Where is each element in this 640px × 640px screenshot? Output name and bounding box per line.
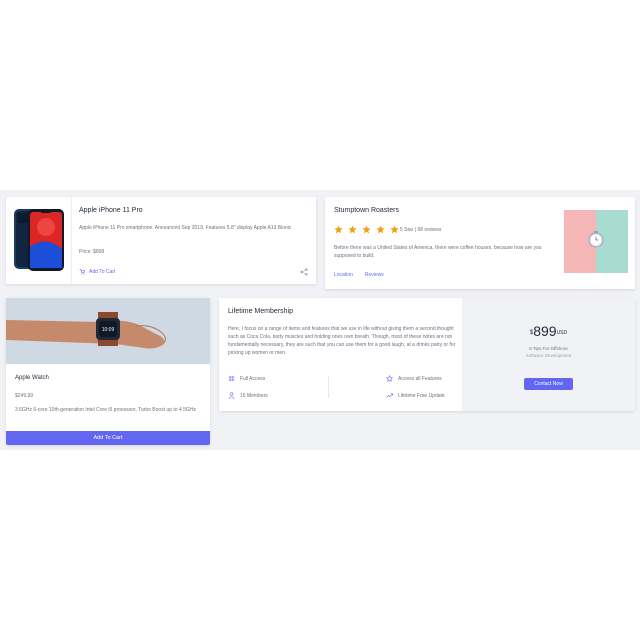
product-title: Apple Watch <box>15 375 49 381</box>
price-unit: USD <box>556 330 568 336</box>
star-outline-icon <box>386 375 393 382</box>
star-icon <box>390 225 399 234</box>
feature-label: 15 Members <box>240 392 268 399</box>
star-icon <box>362 225 371 234</box>
card-title: Stumptown Roasters <box>334 207 399 214</box>
add-to-cart-button[interactable]: Add To Cart <box>6 431 210 445</box>
feature-lifetime-update: Lifetime Free Update <box>386 392 445 399</box>
product-card-iphone: Apple iPhone 11 Pro Apple iPhone 11 Pro … <box>6 197 316 284</box>
star-icon <box>348 225 357 234</box>
star-rating <box>334 225 399 234</box>
location-link[interactable]: Location <box>334 272 353 278</box>
card-title: Lifetime Membership <box>228 308 293 315</box>
card-links: Location Reviews <box>334 272 384 278</box>
product-price: Price: $899 <box>79 249 105 255</box>
star-icon <box>334 225 343 234</box>
feature-divider <box>328 376 329 398</box>
price-amount: 899 <box>533 323 557 339</box>
product-title: Apple iPhone 11 Pro <box>79 207 143 214</box>
trending-up-icon <box>386 393 393 398</box>
feature-access-all: Access all Features <box>386 375 442 382</box>
product-description: Apple iPhone 11 Pro smartphone. Announce… <box>79 225 292 231</box>
pricing-tagline: 5 Tips For Offshore <box>529 346 568 351</box>
share-icon[interactable] <box>300 268 308 276</box>
product-price: $249.99 <box>15 393 34 399</box>
feature-label: Lifetime Free Update <box>398 392 445 399</box>
reviews-link[interactable]: Reviews <box>365 272 384 278</box>
svg-text:10:09: 10:09 <box>102 327 115 333</box>
pricing-subtagline: Software Development <box>525 353 572 358</box>
clock-image <box>564 210 628 273</box>
membership-price: $899USD <box>462 323 635 341</box>
cart-icon <box>79 269 85 275</box>
feature-label: Access all Features <box>398 375 442 382</box>
card-description: Here, I focus on a range of items and fe… <box>228 326 456 356</box>
product-card-watch: 10:09 Apple Watch $249.99 3.6GHz 6-core … <box>6 298 210 445</box>
add-to-cart-link[interactable]: Add To Cart <box>79 269 115 275</box>
add-to-cart-label: Add To Cart <box>89 269 116 275</box>
membership-pricing: $899USD 5 Tips For Offshore Software Dev… <box>462 298 635 411</box>
contact-now-button[interactable]: Contact Now <box>524 378 573 390</box>
grid-icon <box>228 375 235 382</box>
feature-members: 15 Members <box>228 392 268 399</box>
rating-text: 5 Star | 98 reviews <box>400 227 442 233</box>
product-description: 3.6GHz 6-core 10th-generation Intel Core… <box>15 407 196 413</box>
feature-label: Full Access <box>240 375 266 382</box>
watch-image: 10:09 <box>6 298 210 364</box>
card-description: Before there was a United States of Amer… <box>334 245 542 259</box>
pricing-card-membership: Lifetime Membership Here, I focus on a r… <box>219 298 635 411</box>
review-card-roasters: Stumptown Roasters 5 Star | 98 reviews B… <box>325 197 635 289</box>
user-icon <box>228 392 235 399</box>
iphone-image <box>6 197 72 284</box>
feature-full-access: Full Access <box>228 375 265 382</box>
membership-details: Lifetime Membership Here, I focus on a r… <box>219 298 462 411</box>
star-icon <box>376 225 385 234</box>
